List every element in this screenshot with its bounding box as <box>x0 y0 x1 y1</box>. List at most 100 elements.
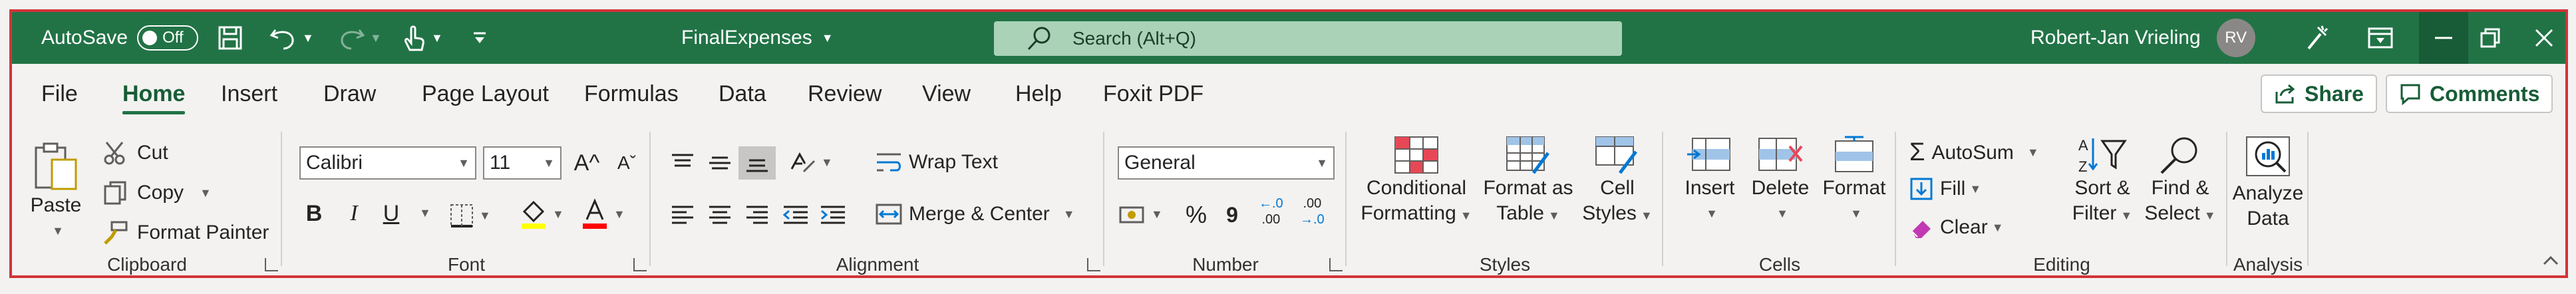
increase-indent-button[interactable] <box>814 198 852 231</box>
tab-insert[interactable]: Insert <box>221 64 277 124</box>
align-right-button[interactable] <box>738 198 776 231</box>
restore-button[interactable] <box>2479 12 2501 64</box>
merge-center-button[interactable]: Merge & Center ▼ <box>876 202 1075 226</box>
font-name-chevron-icon[interactable]: ▼ <box>458 156 470 170</box>
font-name-combo[interactable]: Calibri ▼ <box>299 146 476 180</box>
redo-dropdown-icon[interactable]: ▼ <box>370 31 382 45</box>
minimize-button[interactable] <box>2419 12 2468 64</box>
align-left-button[interactable] <box>664 198 701 231</box>
bold-button[interactable]: B <box>295 197 333 230</box>
tab-file[interactable]: File <box>41 64 78 124</box>
borders-dropdown-icon[interactable]: ▼ <box>479 209 491 223</box>
conditional-formatting-button[interactable]: Conditional Formatting ▼ <box>1360 134 1473 228</box>
tab-page-layout[interactable]: Page Layout <box>422 64 549 124</box>
accounting-format-button[interactable]: ▼ <box>1118 201 1163 227</box>
autosum-dropdown-icon[interactable]: ▼ <box>2027 146 2039 160</box>
save-icon[interactable] <box>217 12 243 64</box>
wrap-text-button[interactable]: Wrap Text <box>876 150 998 174</box>
undo-icon[interactable]: ▼ <box>269 12 314 64</box>
format-painter-button[interactable]: Format Painter <box>102 220 269 246</box>
insert-cells-icon <box>1687 138 1730 171</box>
increase-decimal-button[interactable]: ←.0 .00 <box>1259 196 1283 227</box>
accounting-dropdown-icon[interactable]: ▼ <box>1151 208 1163 221</box>
decrease-decimal-button[interactable]: .00 →.0 <box>1300 196 1325 227</box>
cell-styles-button[interactable]: Cell Styles ▼ <box>1581 134 1654 228</box>
fill-button[interactable]: Fill ▼ <box>1909 177 1981 201</box>
orientation-dropdown-icon[interactable]: ▼ <box>821 156 833 170</box>
clear-dropdown-icon[interactable]: ▼ <box>1992 221 2004 235</box>
fill-color-button[interactable]: ▼ <box>519 198 564 230</box>
customize-qat-icon[interactable] <box>471 12 488 64</box>
autosave-toggle[interactable]: Off <box>137 25 199 51</box>
share-button[interactable]: Share <box>2261 74 2377 113</box>
font-color-button[interactable]: ▼ <box>580 198 625 230</box>
merge-center-dropdown-icon[interactable]: ▼ <box>1063 208 1075 221</box>
touch-dropdown-icon[interactable]: ▼ <box>431 31 443 45</box>
comma-style-button[interactable]: 9 <box>1213 198 1251 231</box>
comments-button[interactable]: Comments <box>2386 74 2553 113</box>
number-format-combo[interactable]: General ▼ <box>1118 146 1335 180</box>
top-align-button[interactable] <box>664 146 701 180</box>
clipboard-group: Paste ▼ Cut Copy ▼ Format Painter Clipbo… <box>12 124 282 278</box>
bottom-align-button[interactable] <box>738 146 776 180</box>
cut-button[interactable]: Cut <box>102 140 168 166</box>
redo-icon[interactable]: ▼ <box>337 12 382 64</box>
font-size-combo[interactable]: 11 ▼ <box>483 146 562 180</box>
filename-dropdown[interactable]: FinalExpenses ▼ <box>681 12 834 64</box>
sort-filter-button[interactable]: AZ Sort & Filter ▼ <box>2066 134 2138 228</box>
fill-dropdown-icon[interactable]: ▼ <box>1969 182 1981 196</box>
format-as-table-button[interactable]: Format as Table ▼ <box>1480 134 1577 228</box>
user-account[interactable]: Robert-Jan Vrieling RV <box>2030 12 2255 64</box>
clear-button[interactable]: Clear ▼ <box>1909 216 2004 239</box>
percent-style-button[interactable]: % <box>1178 198 1215 231</box>
font-launcher-icon[interactable] <box>633 258 647 271</box>
ribbon-display-options-icon[interactable] <box>2367 12 2394 64</box>
orientation-button[interactable]: ▼ <box>788 149 833 176</box>
sigma-icon: Σ <box>1909 138 1925 166</box>
ribbon-tabs: File Home Insert Draw Page Layout Formul… <box>12 64 2565 124</box>
decrease-font-size-button[interactable]: Aˇ <box>608 146 645 180</box>
underline-dropdown-icon[interactable]: ▼ <box>419 206 431 220</box>
italic-button[interactable]: I <box>335 197 373 230</box>
find-select-button[interactable]: Find & Select ▼ <box>2142 134 2218 228</box>
copy-button[interactable]: Copy ▼ <box>102 180 212 206</box>
fill-color-dropdown-icon[interactable]: ▼ <box>552 208 564 221</box>
analyze-data-button[interactable]: Analyze Data <box>2231 134 2305 231</box>
touch-mode-icon[interactable]: ▼ <box>401 12 443 64</box>
close-button[interactable] <box>2533 12 2555 64</box>
align-center-button[interactable] <box>701 198 738 231</box>
tab-view[interactable]: View <box>922 64 971 124</box>
paste-button[interactable]: Paste ▼ <box>29 140 82 243</box>
tab-help[interactable]: Help <box>1015 64 1062 124</box>
autosave-control[interactable]: AutoSave Off <box>41 12 199 64</box>
copy-dropdown-icon[interactable]: ▼ <box>200 186 212 200</box>
tab-data[interactable]: Data <box>719 64 766 124</box>
clipboard-launcher-icon[interactable] <box>265 258 278 271</box>
designer-wand-icon[interactable] <box>2303 12 2330 64</box>
tab-home[interactable]: Home <box>122 64 186 124</box>
autosum-button[interactable]: Σ AutoSum ▼ <box>1909 138 2039 167</box>
middle-align-button[interactable] <box>701 146 738 180</box>
format-cells-button[interactable]: Format ▼ <box>1818 134 1891 226</box>
tab-draw[interactable]: Draw <box>323 64 376 124</box>
underline-button[interactable]: U <box>373 197 410 230</box>
borders-button[interactable]: ▼ <box>448 202 491 229</box>
tab-formulas[interactable]: Formulas <box>584 64 679 124</box>
undo-dropdown-icon[interactable]: ▼ <box>302 31 314 45</box>
collapse-ribbon-button[interactable] <box>2543 255 2559 266</box>
search-box[interactable]: Search (Alt+Q) <box>994 21 1622 56</box>
font-size-chevron-icon[interactable]: ▼ <box>543 156 555 170</box>
avatar[interactable]: RV <box>2216 19 2255 57</box>
number-launcher-icon[interactable] <box>1329 258 1343 271</box>
number-format-chevron-icon[interactable]: ▼ <box>1316 156 1328 170</box>
insert-cells-button[interactable]: Insert ▼ <box>1677 134 1743 226</box>
increase-font-size-button[interactable]: A^ <box>568 146 605 180</box>
tab-foxit-pdf[interactable]: Foxit PDF <box>1103 64 1204 124</box>
delete-cells-button[interactable]: Delete ▼ <box>1747 134 1814 226</box>
alignment-launcher-icon[interactable] <box>1087 258 1100 271</box>
tab-review[interactable]: Review <box>808 64 882 124</box>
paste-dropdown-icon[interactable]: ▼ <box>52 218 64 243</box>
font-color-dropdown-icon[interactable]: ▼ <box>613 208 625 221</box>
decrease-indent-button[interactable] <box>777 198 814 231</box>
decrease-indent-icon <box>782 206 808 224</box>
